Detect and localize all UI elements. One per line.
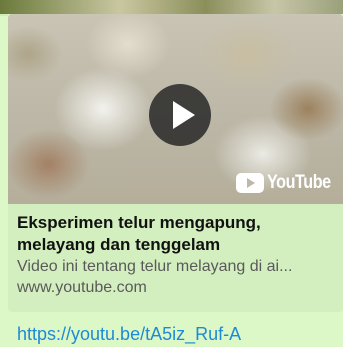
youtube-logo-icon: [236, 173, 264, 193]
preview-description: Video ini tentang telur melayang di ai..…: [17, 258, 293, 275]
message-link[interactable]: https://youtu.be/tA5iz_Ruf-A: [17, 323, 241, 345]
link-preview-card[interactable]: YouTube Eksperimen telur mengapung, mela…: [8, 14, 343, 312]
preview-text: Eksperimen telur mengapung, melayang dan…: [17, 212, 337, 298]
message-bubble: YouTube Eksperimen telur mengapung, mela…: [8, 14, 343, 347]
preview-domain: www.youtube.com: [17, 279, 147, 296]
video-thumbnail[interactable]: YouTube: [8, 14, 343, 204]
play-icon: [173, 101, 195, 129]
play-button[interactable]: [149, 84, 211, 146]
youtube-logo: YouTube: [236, 172, 342, 194]
youtube-logo-text: YouTube: [267, 172, 331, 193]
preview-title: Eksperimen telur mengapung, melayang dan…: [17, 213, 261, 254]
